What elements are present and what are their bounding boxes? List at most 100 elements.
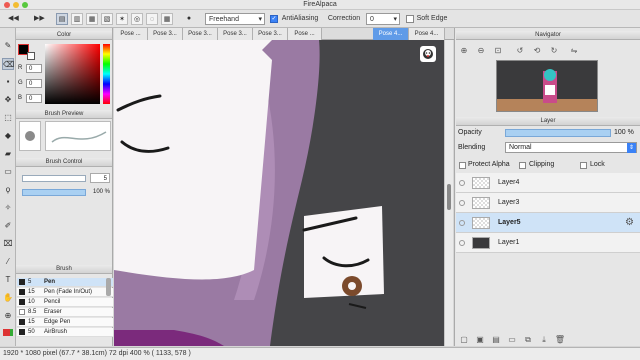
antialias-label: AntiAliasing xyxy=(281,15,319,22)
merge-down-icon[interactable]: ⤓ xyxy=(538,334,550,345)
brush-mode-select[interactable]: Freehand ▾ xyxy=(205,13,265,25)
blending-select[interactable]: Normal ⇕ xyxy=(505,142,637,153)
select-tool-icon[interactable]: ⬚ xyxy=(2,112,14,124)
clipping-checkbox[interactable] xyxy=(519,162,526,169)
brush-item-pen[interactable]: 5 Pen xyxy=(17,278,113,287)
magic-wand-tool-icon[interactable]: ✧ xyxy=(2,202,14,214)
layer-item-layer5[interactable]: Layer5 ⚙ xyxy=(456,213,640,233)
rotate-reset-icon[interactable]: ⟲ xyxy=(531,45,543,56)
snap-curve-button[interactable]: ◌ xyxy=(146,13,158,25)
tab-document[interactable]: Pose 3... xyxy=(253,28,288,40)
rotate-right-icon[interactable]: ↻ xyxy=(548,45,560,56)
layer-opacity-slider[interactable] xyxy=(505,129,611,137)
new-layer-icon[interactable]: ▢ xyxy=(458,334,470,345)
zoom-fit-icon[interactable]: ⊡ xyxy=(492,45,504,56)
duplicate-layer-icon[interactable]: ⧉ xyxy=(522,334,534,345)
visibility-icon[interactable] xyxy=(459,180,465,186)
layer-thumbnail xyxy=(472,197,490,209)
brush-name: Edge Pen xyxy=(44,319,71,325)
navigator-preview[interactable] xyxy=(496,60,598,112)
eraser-tool-icon[interactable]: ⌫ xyxy=(2,58,14,70)
hand-tool-icon[interactable]: ✋ xyxy=(2,292,14,304)
brush-item-pen-fade[interactable]: 15 Pen (Fade In/Out) xyxy=(17,288,113,297)
drawing-canvas[interactable] xyxy=(114,40,444,346)
previous-icon[interactable]: ◀◀ xyxy=(8,13,19,25)
new-8bit-layer-icon[interactable]: ▣ xyxy=(474,334,486,345)
brush-list-scrollbar[interactable] xyxy=(106,278,111,296)
layer-opacity-label: Opacity xyxy=(458,129,482,136)
canvas-vertical-scrollbar[interactable] xyxy=(444,40,453,346)
brush-item-eraser[interactable]: 8.5 Eraser xyxy=(17,308,113,317)
fill-tool-icon[interactable]: ◆ xyxy=(2,130,14,142)
layer-thumbnail xyxy=(472,177,490,189)
select-pen-tool-icon[interactable]: ✐ xyxy=(2,220,14,232)
scrollbar-thumb[interactable] xyxy=(447,184,451,210)
background-color-swatch[interactable] xyxy=(27,52,35,60)
layer-name: Layer3 xyxy=(498,199,520,206)
zoom-out-icon[interactable]: ⊖ xyxy=(475,45,487,56)
brush-item-edge-pen[interactable]: 15 Edge Pen xyxy=(17,318,113,327)
lock-checkbox[interactable] xyxy=(580,162,587,169)
gradient-tool-icon[interactable]: ▰ xyxy=(2,148,14,160)
rgb-value-input[interactable]: 0 xyxy=(26,79,42,88)
rgb-value-input[interactable]: 0 xyxy=(26,64,42,73)
brush-opacity-slider[interactable] xyxy=(22,189,86,196)
snap-parallel-button[interactable]: ▥ xyxy=(71,13,83,25)
tab-document[interactable]: Pose ... xyxy=(114,28,148,40)
next-icon[interactable]: ▶▶ xyxy=(34,13,45,25)
brush-size-value[interactable]: 5 xyxy=(90,173,110,183)
dot-icon[interactable]: ● xyxy=(184,13,194,25)
rotate-left-icon[interactable]: ↺ xyxy=(514,45,526,56)
snap-3d-button[interactable]: ▦ xyxy=(161,13,173,25)
eyedropper-tool-icon[interactable]: ⁄ xyxy=(2,256,14,268)
flip-icon[interactable]: ⇋ xyxy=(568,45,580,56)
tab-document-active[interactable]: Pose 4... xyxy=(373,28,409,40)
lasso-tool-icon[interactable]: ϙ xyxy=(2,184,14,196)
layer-item-layer4[interactable]: Layer4 xyxy=(456,173,640,193)
rgb-value-input[interactable]: 0 xyxy=(26,94,42,103)
zoom-in-icon[interactable]: ⊕ xyxy=(458,45,470,56)
layer-item-layer1[interactable]: Layer1 xyxy=(456,233,640,253)
tab-document[interactable]: Pose 3... xyxy=(183,28,218,40)
snap-vanish-button[interactable]: ▧ xyxy=(101,13,113,25)
tab-document[interactable]: Pose ... xyxy=(288,28,322,40)
visibility-icon[interactable] xyxy=(459,220,465,226)
correction-label: Correction xyxy=(327,15,361,22)
marquee-tool-icon[interactable]: ▭ xyxy=(2,166,14,178)
brush-item-pencil[interactable]: 10 Pencil xyxy=(17,298,113,307)
brush-size: 15 xyxy=(28,319,35,325)
brush-item-airbrush[interactable]: 50 AirBrush xyxy=(17,328,113,337)
select-eraser-tool-icon[interactable]: ⌧ xyxy=(2,238,14,250)
snap-cross-button[interactable]: ▦ xyxy=(86,13,98,25)
softedge-checkbox[interactable] xyxy=(406,15,414,23)
snap-circle-button[interactable]: ◎ xyxy=(131,13,143,25)
brush-size-slider[interactable] xyxy=(22,175,86,182)
text-tool-icon[interactable]: T xyxy=(2,274,14,286)
new-1bit-layer-icon[interactable]: ▤ xyxy=(490,334,502,345)
antialias-checkbox[interactable]: ✓ xyxy=(270,15,278,23)
color-saturation-picker[interactable] xyxy=(45,44,100,104)
protect-alpha-checkbox[interactable] xyxy=(459,162,466,169)
tab-document[interactable]: Pose 4... xyxy=(409,28,445,40)
tab-document[interactable]: Pose 3... xyxy=(218,28,253,40)
tab-document[interactable]: Pose 3... xyxy=(148,28,183,40)
dot-tool-icon[interactable]: ▪ xyxy=(2,76,14,88)
snap-radial-button[interactable]: ✶ xyxy=(116,13,128,25)
color-swatch-icon[interactable] xyxy=(2,328,14,340)
delete-layer-icon[interactable]: 🗑 xyxy=(554,334,566,345)
move-tool-icon[interactable]: ✥ xyxy=(2,94,14,106)
layer-item-layer3[interactable]: Layer3 xyxy=(456,193,640,213)
gear-icon[interactable]: ⚙ xyxy=(625,217,634,228)
visibility-icon[interactable] xyxy=(459,240,465,246)
title-bar: FireAlpaca xyxy=(0,0,640,10)
visibility-icon[interactable] xyxy=(459,200,465,206)
correction-select[interactable]: 0 ▾ xyxy=(366,13,400,25)
snap-off-button[interactable]: ▤ xyxy=(56,13,68,25)
brush-name: Pen (Fade In/Out) xyxy=(44,289,93,295)
new-folder-icon[interactable]: ▭ xyxy=(506,334,518,345)
brush-control-header: Brush Control xyxy=(16,158,112,167)
pen-tool-icon[interactable]: ✎ xyxy=(2,40,14,52)
color-hue-slider[interactable] xyxy=(103,44,110,104)
zoom-tool-icon[interactable]: ⊕ xyxy=(2,310,14,322)
tool-palette: ✎ ⌫ ▪ ✥ ⬚ ◆ ▰ ▭ ϙ ✧ ✐ ⌧ ⁄ T ✋ ⊕ xyxy=(0,28,16,346)
